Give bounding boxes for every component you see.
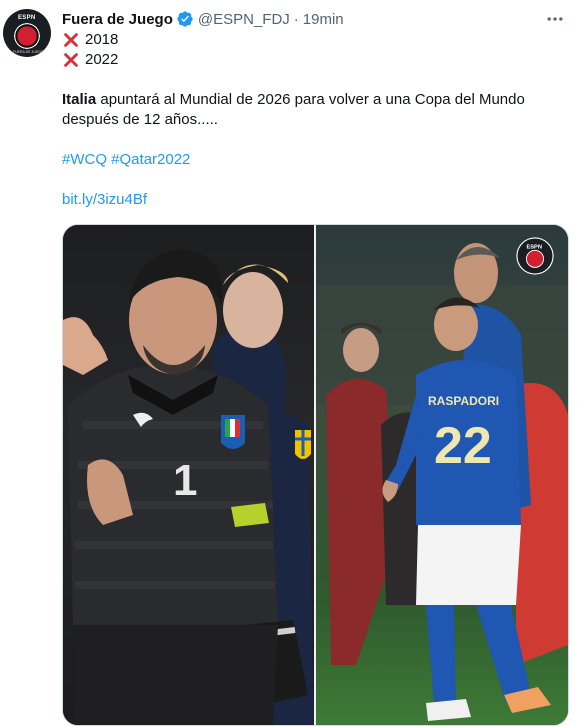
year-line-2: 2022 xyxy=(62,50,562,70)
cross-mark-icon xyxy=(64,33,78,47)
short-link[interactable]: bit.ly/3izu4Bf xyxy=(62,190,147,210)
photo-left: 1 xyxy=(63,225,314,725)
year-2022: 2022 xyxy=(85,51,119,68)
hashtag-qatar2022[interactable]: #Qatar2022 xyxy=(111,150,190,170)
espn-watermark-icon: ESPN xyxy=(516,237,554,275)
year-line-1: 2018 xyxy=(62,30,562,50)
left-shirt-number: 1 xyxy=(173,456,197,505)
paragraph-text-2: después de 12 años..... xyxy=(62,111,218,128)
paragraph-bold: Italia xyxy=(62,91,97,108)
author-name[interactable]: Fuera de Juego xyxy=(62,11,173,28)
more-options-icon[interactable] xyxy=(545,9,565,29)
paragraph-text-1: apuntará al Mundial de 2026 para volver … xyxy=(96,91,525,108)
author-handle[interactable]: @ESPN_FDJ xyxy=(198,11,290,28)
verified-badge-icon xyxy=(177,11,193,27)
year-2018: 2018 xyxy=(85,31,119,48)
tweet-media[interactable]: 1 RASPADORI 22 ESPN xyxy=(62,224,569,726)
players-illustration: RASPADORI 22 xyxy=(316,243,568,721)
paragraph: Italia apuntará al Mundial de 2026 para … xyxy=(62,90,562,130)
right-shirt-number: 22 xyxy=(434,417,492,475)
avatar-logo-icon xyxy=(12,21,42,51)
tweet-timestamp[interactable]: 19min xyxy=(303,11,344,28)
right-shirt-name: RASPADORI xyxy=(428,394,499,408)
watermark-text: ESPN xyxy=(526,244,542,250)
hashtags: #WCQ #Qatar2022 xyxy=(62,150,562,170)
cross-mark-icon xyxy=(64,53,78,67)
avatar-subtitle: FUERA DE JUEGO xyxy=(13,50,44,54)
photo-right: RASPADORI 22 ESPN xyxy=(316,225,568,725)
tweet-header: Fuera de Juego @ESPN_FDJ · 19min xyxy=(62,9,344,29)
separator-dot: · xyxy=(293,10,299,28)
tweet-text: 2018 2022 Italia apuntará al Mundial de … xyxy=(62,30,562,210)
author-avatar[interactable]: ESPN FUERA DE JUEGO xyxy=(3,9,51,57)
hashtag-wcq[interactable]: #WCQ xyxy=(62,150,107,170)
goalkeeper-illustration: 1 xyxy=(63,250,314,725)
